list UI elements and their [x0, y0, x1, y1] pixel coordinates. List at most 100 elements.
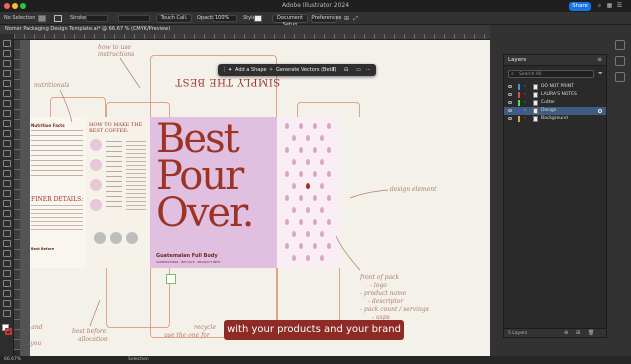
perspective-grid-tool-icon[interactable] [3, 210, 11, 217]
brush-definition-dropdown[interactable]: Touch Call. [156, 14, 192, 23]
layer-row-selected[interactable]: › Design [504, 107, 606, 115]
visibility-eye-icon[interactable] [508, 85, 512, 88]
preferences-button[interactable]: Preferences [311, 14, 341, 23]
pen-tool-icon[interactable] [3, 70, 11, 77]
filter-icon[interactable]: ⏷ [598, 70, 603, 78]
expand-chevron-icon[interactable]: › [524, 84, 526, 89]
graphic-style-swatch[interactable] [254, 15, 262, 22]
layers-panel-footer: 5 Layers ⊕ ⊞ 🗑 [504, 328, 606, 337]
expand-chevron-icon[interactable]: › [524, 92, 526, 97]
document-setup-button[interactable]: Document Setup [272, 14, 308, 28]
stroke-label: Stroke: [70, 15, 88, 21]
video-caption: with your products and your brand [224, 320, 404, 340]
generate-vectors-button[interactable]: Generate Vectors (Beta) [276, 66, 337, 74]
workspace-icon[interactable]: ▦ [606, 2, 613, 9]
visibility-eye-icon[interactable] [508, 101, 512, 104]
layer-name: DO NOT PRINT [541, 84, 574, 89]
zoom-tool-icon[interactable] [3, 310, 11, 317]
add-shape-button[interactable]: Add a Shape [235, 66, 267, 74]
layer-row[interactable]: › Background [504, 115, 606, 123]
zoom-level[interactable]: 66.67% [4, 357, 21, 362]
layers-search-input[interactable]: ⌕ Search All [508, 70, 594, 78]
stroke-color-icon[interactable] [5, 328, 12, 335]
magic-wand-tool-icon[interactable] [3, 60, 11, 67]
direct-selection-tool-icon[interactable] [3, 50, 11, 57]
symbol-sprayer-tool-icon[interactable] [3, 260, 11, 267]
arrange-icon[interactable]: ☰ [616, 2, 623, 9]
type-icon[interactable]: T [332, 66, 335, 74]
layer-thumbnail [533, 100, 538, 106]
align-icon[interactable]: ⊞ [343, 15, 350, 22]
visibility-eye-icon[interactable] [508, 93, 512, 96]
add-shape-icon[interactable]: ✦ [228, 66, 232, 74]
pencil-tool-icon[interactable] [3, 130, 11, 137]
visibility-eye-icon[interactable] [508, 109, 512, 112]
column-graph-tool-icon[interactable] [3, 270, 11, 277]
scale-tool-icon[interactable] [3, 170, 11, 177]
expand-chevron-icon[interactable]: › [524, 116, 526, 121]
layer-thumbnail [533, 108, 538, 114]
generate-vectors-icon[interactable]: ✧ [269, 66, 273, 74]
gradient-tool-icon[interactable] [3, 230, 11, 237]
expand-chevron-icon[interactable]: › [524, 108, 526, 113]
ctx-more-icon[interactable]: ⋮ [222, 66, 227, 74]
layer-thumbnail [533, 92, 538, 98]
share-button[interactable]: Share [569, 2, 591, 11]
layers-panel-icon[interactable] [615, 56, 625, 66]
width-tool-icon[interactable] [3, 180, 11, 187]
selection-status: No Selection [4, 15, 36, 21]
shape-builder-tool-icon[interactable] [3, 200, 11, 207]
type-tool-icon[interactable] [3, 90, 11, 97]
variable-width-dropdown[interactable] [118, 15, 150, 22]
selection-tool-icon[interactable] [3, 40, 11, 47]
annotation-arrows [59, 57, 389, 327]
stroke-swatch[interactable] [54, 15, 62, 22]
blend-tool-icon[interactable] [3, 250, 11, 257]
artboard-tool-icon[interactable] [3, 280, 11, 287]
layers-count: 5 Layers [508, 331, 528, 336]
layer-row[interactable]: › Cutter [504, 99, 606, 107]
slice-tool-icon[interactable] [3, 290, 11, 297]
rectangle-tool-icon[interactable] [3, 110, 11, 117]
eyedropper-tool-icon[interactable] [3, 240, 11, 247]
libraries-panel-icon[interactable] [615, 72, 625, 82]
contextual-task-bar: ⋮ ✦ Add a Shape ✧ Generate Vectors (Beta… [218, 64, 376, 76]
more-options-icon[interactable]: ··· [366, 66, 371, 74]
image-icon[interactable]: ▭ [356, 66, 361, 74]
target-icon[interactable] [598, 109, 602, 113]
delete-layer-icon[interactable]: 🗑 [588, 330, 594, 336]
panel-menu-icon[interactable]: ≡ [597, 56, 602, 63]
layer-name: Cutter [541, 100, 556, 105]
transform-icon[interactable]: ⤢ [352, 15, 359, 22]
new-sublayer-icon[interactable]: ⊕ [564, 330, 568, 336]
search-icon[interactable]: ⌕ [596, 2, 603, 9]
free-transform-tool-icon[interactable] [3, 190, 11, 197]
hand-tool-icon[interactable] [3, 300, 11, 307]
current-tool-status: Selection [128, 357, 149, 362]
mesh-tool-icon[interactable] [3, 220, 11, 227]
layer-name: Design [541, 108, 557, 113]
stroke-weight-field[interactable] [86, 15, 108, 22]
control-bar: No Selection Stroke: Touch Call. Opacity… [0, 12, 631, 28]
properties-panel-icon[interactable] [615, 40, 625, 50]
document-tab[interactable]: Nomer Packaging Design Template.ai* @ 66… [0, 25, 490, 34]
rotate-tool-icon[interactable] [3, 160, 11, 167]
text-frame-icon[interactable]: ⊟ [344, 66, 348, 74]
curvature-tool-icon[interactable] [3, 80, 11, 87]
fill-swatch[interactable] [38, 15, 46, 22]
opacity-field[interactable]: 100% [213, 15, 237, 22]
visibility-eye-icon[interactable] [508, 117, 512, 120]
canvas[interactable]: SIMPLY THE BEST Nutrition Facts FINER DE… [20, 40, 490, 356]
pasteboard-strip [20, 40, 30, 356]
layer-row[interactable]: › LAURA'S NOTES [504, 91, 606, 99]
shaper-tool-icon[interactable] [3, 140, 11, 147]
line-tool-icon[interactable] [3, 100, 11, 107]
expand-chevron-icon[interactable]: › [524, 100, 526, 105]
app-title: Adobe Illustrator 2024 [281, 2, 350, 9]
layer-name: LAURA'S NOTES [541, 92, 577, 97]
new-layer-icon[interactable]: ⊞ [576, 330, 580, 336]
layer-row[interactable]: › DO NOT PRINT [504, 83, 606, 91]
eraser-tool-icon[interactable] [3, 150, 11, 157]
paintbrush-tool-icon[interactable] [3, 120, 11, 127]
title-bar: Adobe Illustrator 2024 Share ⌕ ▦ ☰ [0, 0, 631, 12]
